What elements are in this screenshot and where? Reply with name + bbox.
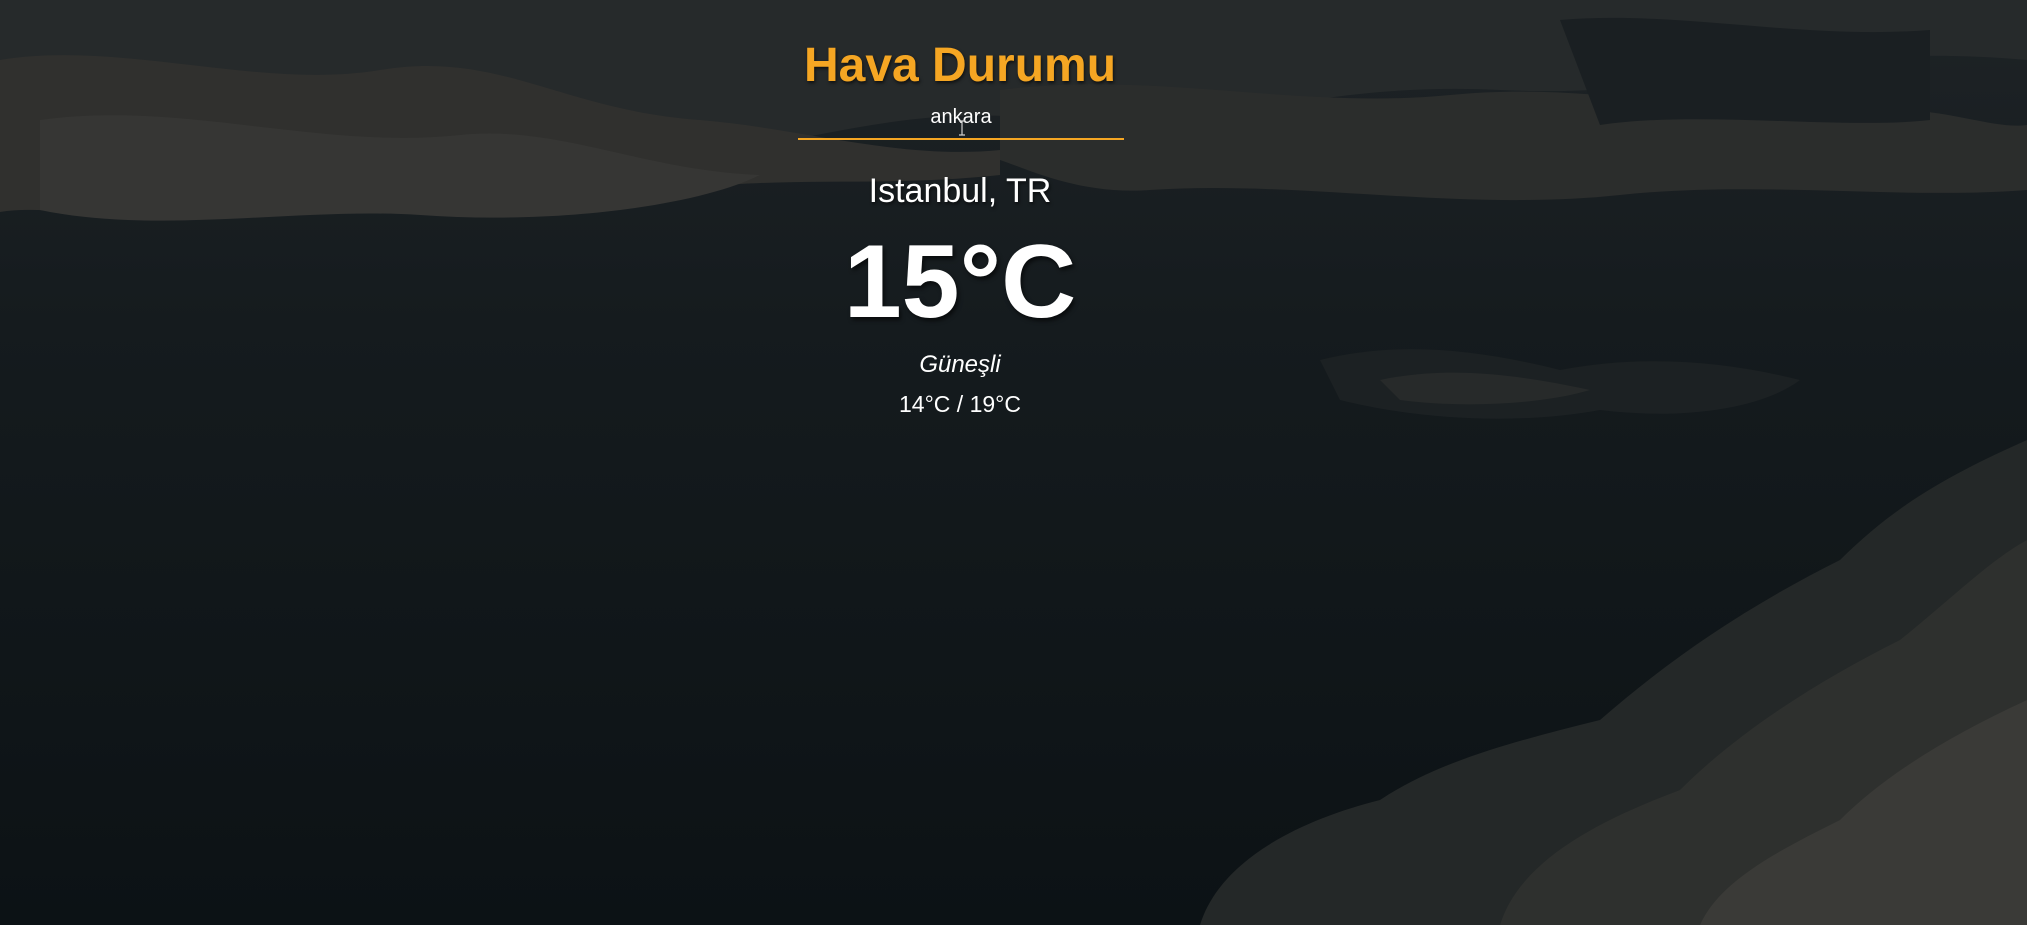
current-temperature: 15°C	[843, 224, 1077, 340]
weather-app: Hava Durumu Istanbul, TR 15°C Güneşli 14…	[0, 0, 2027, 925]
app-title: Hava Durumu	[803, 39, 1117, 92]
text-cursor-icon	[959, 120, 965, 136]
weather-description: Güneşli	[919, 351, 1001, 378]
location-label: Istanbul, TR	[868, 172, 1052, 210]
temperature-range: 14°C / 19°C	[899, 391, 1021, 417]
